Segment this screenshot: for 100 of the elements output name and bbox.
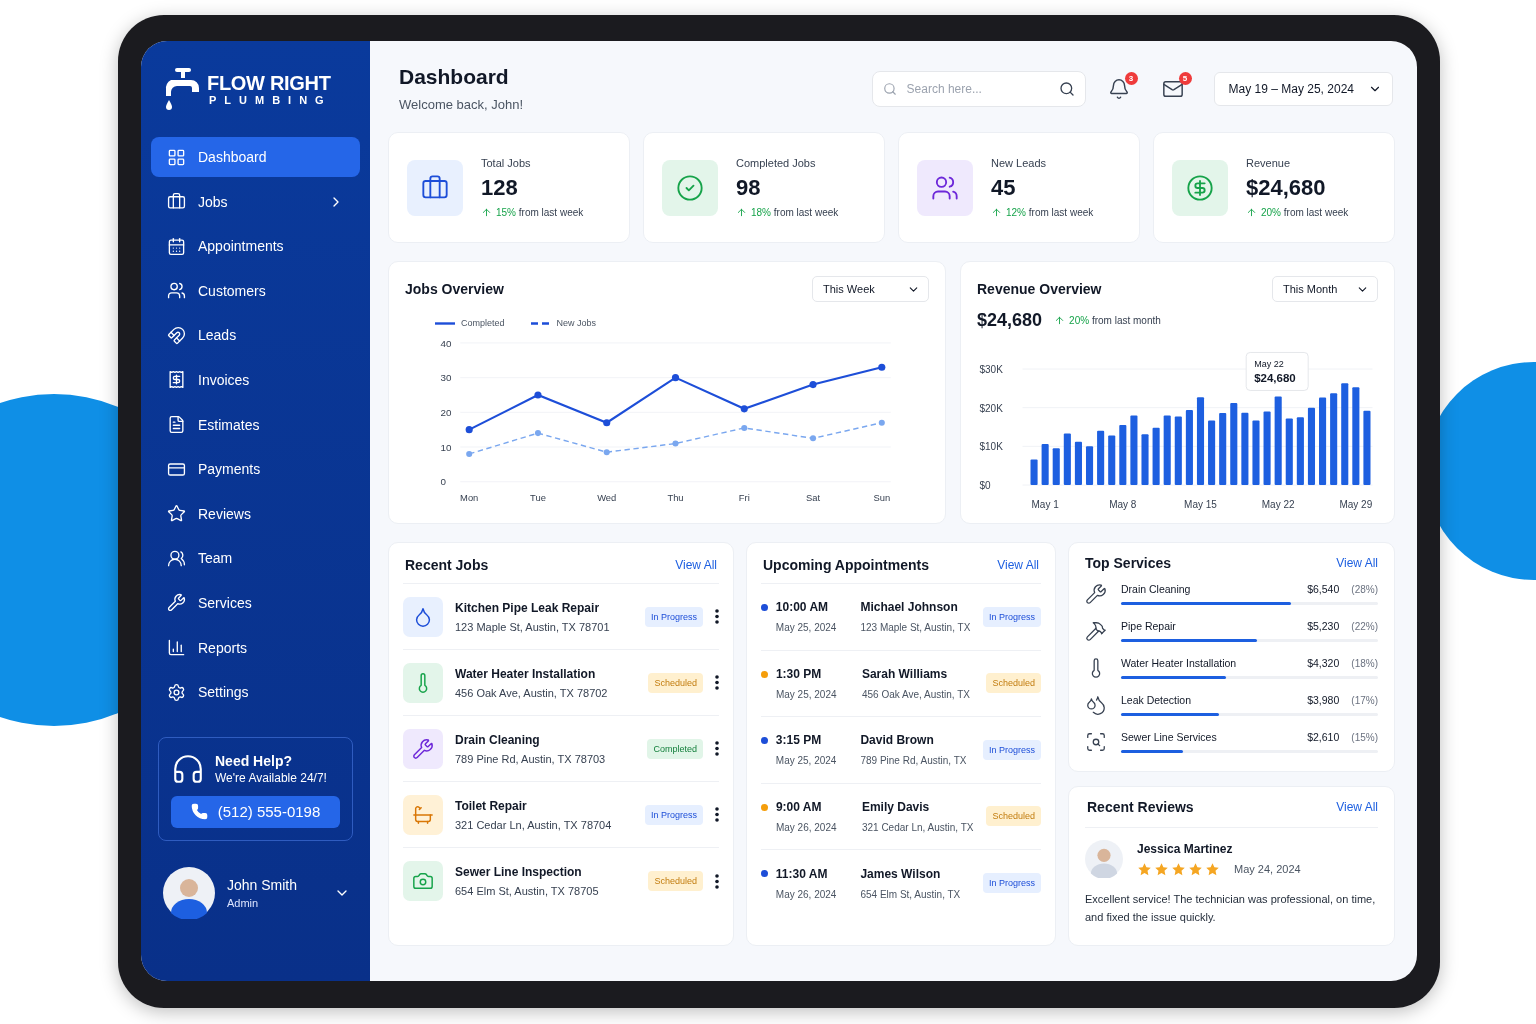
star-icon	[167, 504, 186, 524]
arrow-up-icon	[991, 207, 1002, 218]
data-point	[741, 424, 748, 431]
data-point	[466, 450, 473, 457]
revenue-bar	[1285, 418, 1293, 485]
search-field[interactable]: Search here...	[871, 70, 1086, 107]
revenue-bar	[1108, 435, 1116, 485]
user-role: Admin	[227, 896, 260, 909]
star-icon	[1137, 861, 1152, 877]
tooltip-text: May 22 $24,680	[1254, 359, 1296, 385]
nav-item[interactable]: Team	[151, 538, 360, 579]
nav-item[interactable]: Services	[151, 582, 360, 623]
customer-name: James Wilson	[860, 866, 942, 881]
nav-item[interactable]: Estimates	[151, 404, 360, 445]
grid-icon	[167, 147, 186, 167]
appointment-date: May 26, 2024	[775, 888, 838, 900]
nav-item[interactable]: Dashboard	[151, 137, 360, 177]
view-all-link[interactable]: View All	[1336, 800, 1378, 814]
review-date: May 24, 2024	[1234, 863, 1301, 875]
job-title: Toilet Repair	[455, 798, 528, 813]
data-point	[465, 426, 473, 434]
revenue-bar	[1063, 433, 1071, 485]
data-point	[740, 405, 748, 413]
page-title: Dashboard	[399, 65, 510, 89]
stat-value: $24,680	[1246, 175, 1327, 201]
card-title: Top Services	[1085, 555, 1172, 571]
more-button[interactable]	[715, 873, 719, 889]
appointment-time: 1:30 PM	[775, 666, 823, 681]
more-button[interactable]	[715, 675, 719, 690]
arrow-up-icon	[1054, 315, 1066, 326]
document-icon	[167, 415, 186, 435]
axis-label: Mon	[460, 492, 479, 504]
stat-label: Total Jobs	[481, 157, 532, 169]
briefcase-icon	[167, 192, 186, 212]
avatar	[1085, 840, 1123, 878]
user-name: John Smith	[227, 876, 299, 893]
customer-address: 456 Oak Ave, Austin, TX	[861, 688, 971, 700]
revenue-bar	[1252, 420, 1260, 485]
phone-icon	[190, 803, 208, 821]
stat-value: 98	[736, 175, 762, 201]
nav-item[interactable]: Jobs	[151, 181, 360, 222]
appointment-time: 3:15 PM	[775, 733, 823, 748]
search-icon	[1058, 80, 1075, 97]
status-tag: Completed	[647, 738, 703, 759]
service-name: Sewer Line Services	[1121, 731, 1218, 743]
change-text: 18% from last week	[751, 207, 839, 218]
legend-line-icon	[435, 321, 455, 325]
revenue-bar	[1219, 413, 1227, 485]
view-all-link[interactable]: View All	[997, 558, 1039, 572]
legend-label: New Jobs	[556, 318, 597, 328]
nav-item[interactable]: Reports	[151, 627, 360, 668]
stat-label: Revenue	[1246, 157, 1292, 169]
hammer-icon	[1085, 620, 1107, 642]
data-point	[603, 419, 611, 427]
job-title: Sewer Line Inspection	[455, 865, 583, 879]
more-button[interactable]	[715, 609, 719, 624]
period-select[interactable]: This Month	[1272, 276, 1378, 302]
dollar-icon	[1186, 173, 1214, 202]
service-amount: $6,540	[1307, 583, 1340, 595]
view-all-link[interactable]: View All	[675, 558, 717, 572]
nav-item[interactable]: Payments	[151, 449, 360, 490]
appointment-time: 9:00 AM	[775, 799, 823, 814]
nav-item[interactable]: Leads	[151, 315, 360, 356]
phone-button[interactable]: (512) 555-0198	[171, 795, 340, 828]
nav-item[interactable]: Customers	[151, 270, 360, 311]
card-title: Recent Reviews	[1087, 799, 1194, 815]
avatar	[163, 866, 215, 919]
search-input[interactable]: Search here...	[904, 80, 1051, 97]
customer-name: Sarah Williams	[861, 666, 949, 681]
status-tag: Scheduled	[986, 806, 1041, 827]
data-point	[671, 374, 680, 382]
customer-address: 654 Elm St, Austin, TX	[860, 888, 962, 900]
service-amount: $5,230	[1307, 620, 1340, 632]
axis-label: 40	[440, 337, 452, 349]
status-tag: In Progress	[982, 606, 1041, 627]
nav-item[interactable]: Reviews	[151, 493, 360, 534]
search-icon	[882, 81, 897, 96]
status-tag: Scheduled	[648, 871, 703, 891]
data-point	[809, 381, 817, 389]
card-title: Recent Jobs	[405, 557, 489, 573]
nav-item[interactable]: Invoices	[151, 359, 360, 400]
card-title: Revenue Overview	[977, 281, 1102, 297]
axis-label: Sun	[873, 492, 891, 504]
nav-item[interactable]: Settings	[151, 672, 360, 713]
axis-label: $30K	[979, 364, 1003, 375]
period-select[interactable]: This Week	[812, 276, 929, 302]
change-text: 12% from last week	[1006, 207, 1094, 218]
nav-item[interactable]: Appointments	[151, 226, 360, 267]
data-point	[878, 419, 885, 426]
view-all-link[interactable]: View All	[1336, 556, 1378, 570]
more-button[interactable]	[715, 807, 719, 822]
status-tag: In Progress	[982, 739, 1041, 760]
axis-label: $10K	[979, 441, 1003, 453]
change-text: 15% from last week	[496, 207, 584, 218]
date-range-picker[interactable]: May 19 – May 25, 2024	[1213, 71, 1393, 106]
star-icon	[1205, 861, 1220, 877]
service-name: Pipe Repair	[1121, 620, 1177, 632]
service-name: Drain Cleaning	[1121, 583, 1192, 595]
more-button[interactable]	[715, 741, 719, 756]
customer-name: Michael Johnson	[860, 600, 959, 615]
